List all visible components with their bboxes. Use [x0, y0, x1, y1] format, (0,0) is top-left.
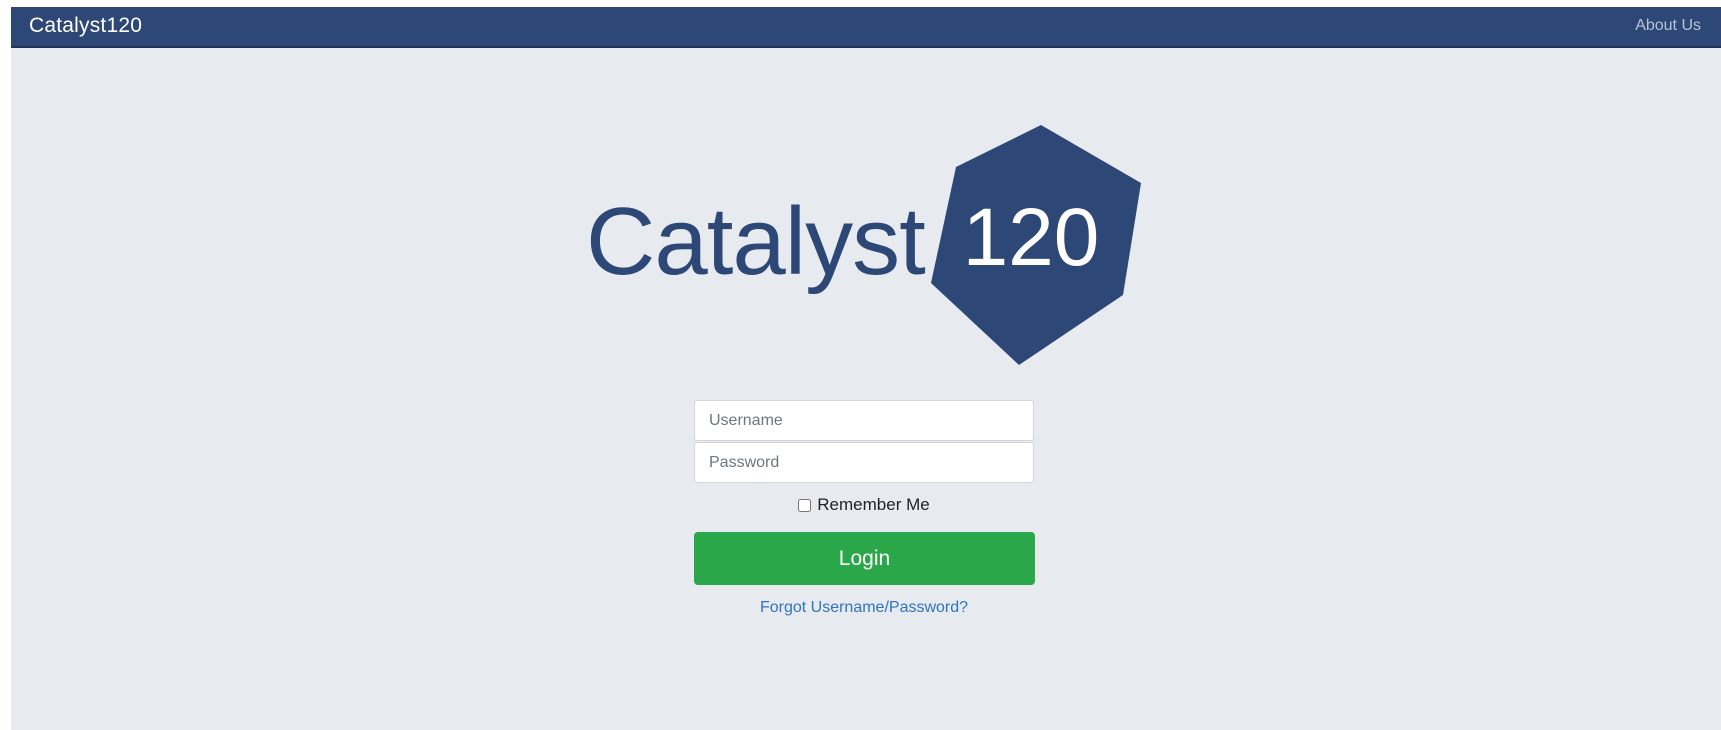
remember-me-checkbox[interactable]	[798, 498, 812, 512]
login-form: Remember Me Login Forgot Username/Passwo…	[694, 400, 1035, 617]
page-background: Catalyst120 About Us Catalyst 120 Rememb…	[11, 7, 1721, 730]
logo-hexagon-badge: 120	[931, 125, 1141, 365]
remember-me-label: Remember Me	[817, 495, 930, 514]
remember-me-row[interactable]: Remember Me	[694, 493, 1034, 517]
password-input[interactable]	[694, 442, 1034, 483]
catalyst120-logo: Catalyst 120	[586, 125, 1166, 365]
forgot-credentials-link[interactable]: Forgot Username/Password?	[694, 599, 1034, 617]
top-navbar: Catalyst120 About Us	[11, 7, 1721, 48]
about-us-link[interactable]: About Us	[1635, 14, 1701, 38]
username-input[interactable]	[694, 400, 1034, 441]
brand-link[interactable]: Catalyst120	[29, 11, 142, 41]
logo-badge-number: 120	[963, 192, 1100, 283]
logo-wordmark: Catalyst	[586, 188, 926, 295]
login-button[interactable]: Login	[694, 532, 1035, 585]
